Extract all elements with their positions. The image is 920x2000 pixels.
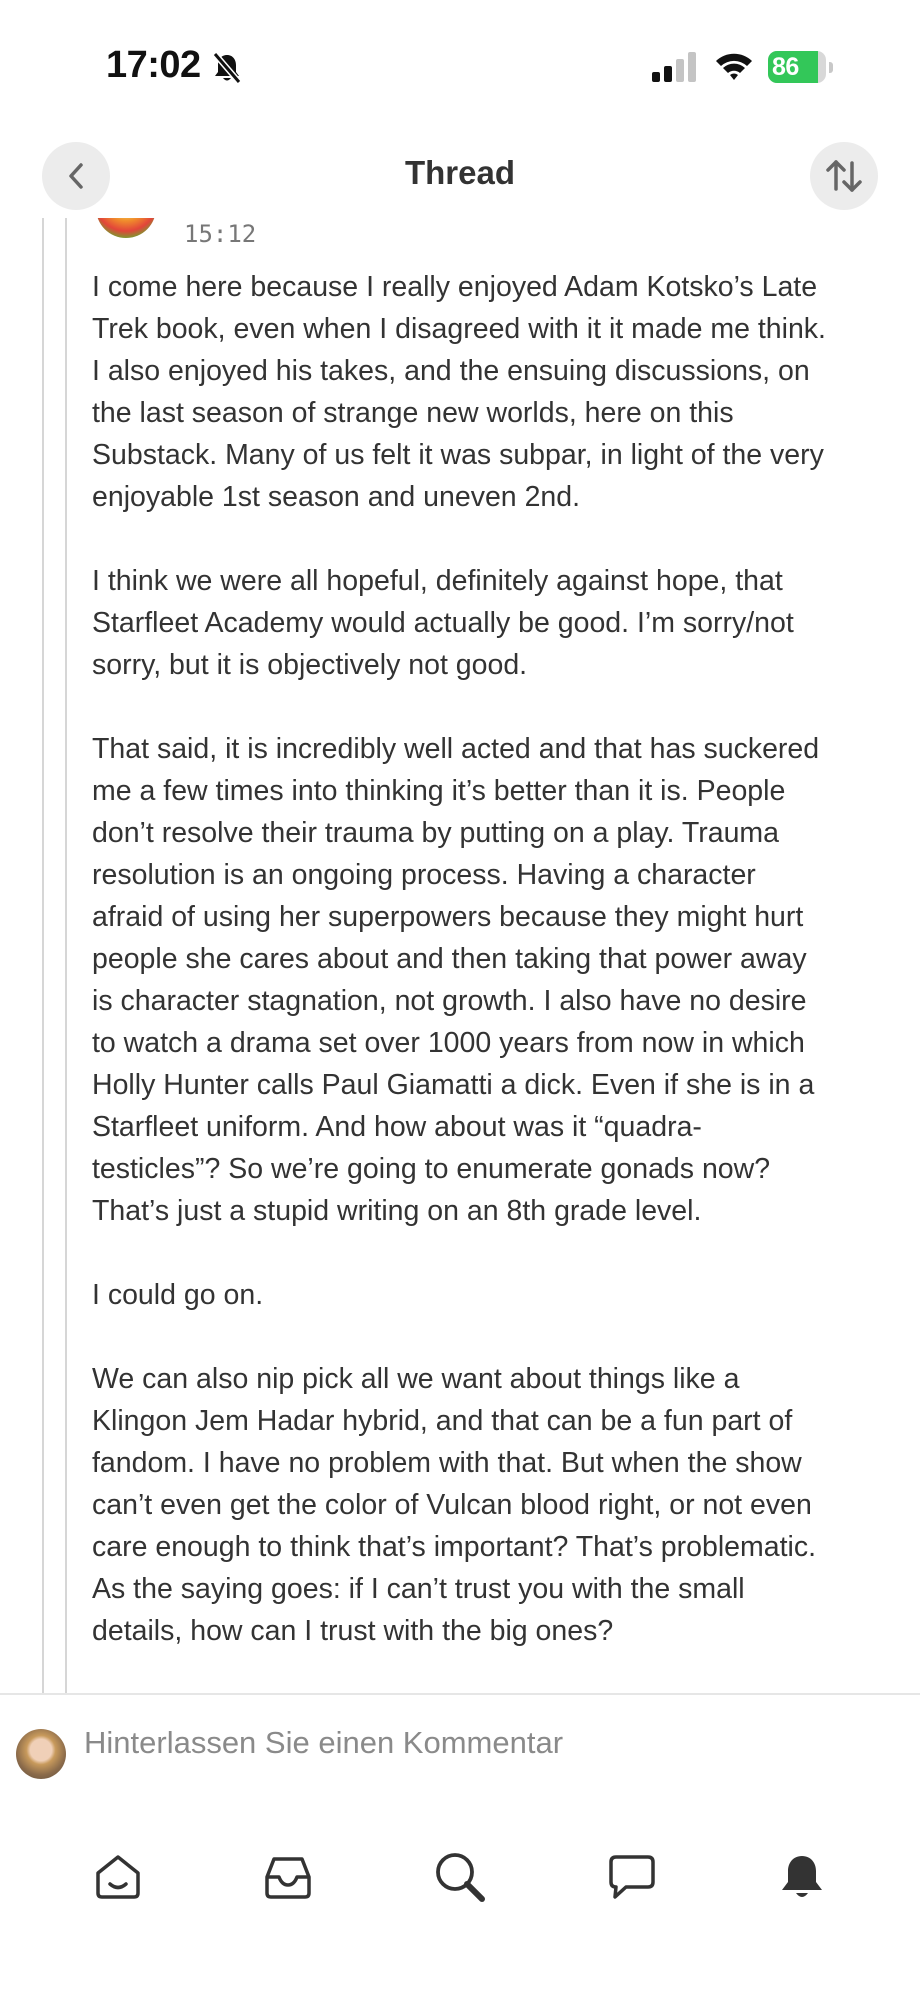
avatar	[16, 1729, 66, 1779]
wifi-icon	[714, 50, 754, 82]
comment-body: I come here because I really enjoyed Ada…	[92, 266, 892, 1693]
battery-charging-icon: 86	[768, 51, 838, 83]
sort-button[interactable]	[810, 142, 878, 210]
comment-paragraph: I could go on.	[92, 1279, 264, 1311]
tab-chat[interactable]	[602, 1847, 662, 1907]
inbox-icon	[265, 1857, 311, 1899]
status-time: 17:02	[106, 44, 201, 86]
chat-icon	[609, 1855, 655, 1899]
tab-inbox[interactable]	[258, 1847, 318, 1907]
search-icon	[436, 1853, 485, 1902]
comment-paragraph: I come here because I really enjoyed Ada…	[92, 271, 826, 513]
thread-line-outer[interactable]	[42, 218, 44, 1693]
cellular-signal-icon	[650, 52, 698, 82]
battery-cap	[829, 62, 833, 73]
comment-timestamp: 15:12	[184, 220, 257, 248]
battery-body: 86	[768, 51, 826, 83]
tab-bar	[0, 1811, 920, 1931]
tab-search[interactable]	[430, 1847, 490, 1907]
comment-paragraph: We can also nip pick all we want about t…	[92, 1363, 817, 1647]
status-bar: 17:02 86	[0, 0, 920, 130]
battery-percent: 86	[772, 53, 799, 81]
page-title: Thread	[404, 154, 516, 191]
comment-composer[interactable]	[0, 1693, 920, 1813]
comment-paragraph: That said, it is incredibly well acted a…	[92, 733, 820, 1227]
comment-paragraph: I think we were all hopeful, definitely …	[92, 565, 794, 681]
header: Thread	[0, 140, 920, 212]
tab-home[interactable]	[88, 1847, 148, 1907]
tab-notifications[interactable]	[772, 1847, 832, 1907]
commenter-avatar[interactable]	[96, 218, 156, 238]
thread-line-inner[interactable]	[65, 218, 67, 1693]
bell-slash-icon	[212, 52, 242, 84]
home-icon	[96, 1855, 140, 1899]
comment-input[interactable]	[84, 1725, 884, 1761]
sort-arrows-icon	[826, 160, 862, 192]
notifications-icon	[782, 1856, 822, 1897]
thread-content[interactable]: 15:12 I come here because I really enjoy…	[0, 218, 920, 1693]
